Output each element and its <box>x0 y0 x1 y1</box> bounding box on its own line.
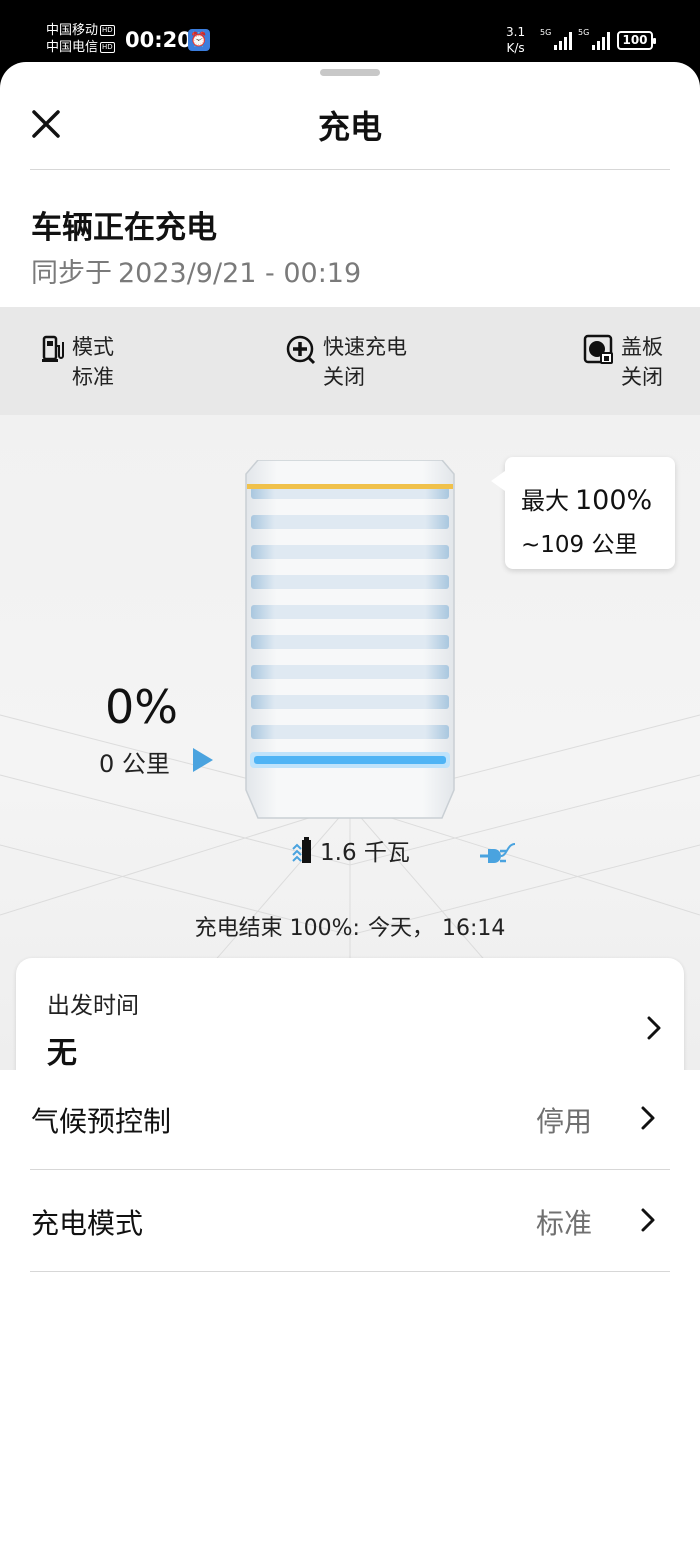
alarm-icon: ⏰ <box>188 29 210 51</box>
max-percent: 100% <box>575 485 653 516</box>
max-charge-line <box>247 484 453 489</box>
battery-graphic <box>245 460 455 819</box>
sync-time: 2023/9/21 - 00:19 <box>118 258 362 289</box>
chevron-right-icon <box>641 1106 655 1130</box>
battery-charging-icon <box>292 837 311 863</box>
charge-end-label: 充电结束 100%: <box>194 916 360 941</box>
departure-time-label: 出发时间 <box>47 993 139 1019</box>
chevron-right-icon <box>647 1016 661 1040</box>
page-title: 充电 <box>317 108 382 146</box>
charging-station-icon <box>42 335 64 362</box>
info-fast-charge-label: 快速充电 <box>323 335 407 359</box>
max-label: 最大 <box>521 487 569 515</box>
charge-end-estimate: 充电结束 100%: 今天， 16:14 <box>0 910 700 942</box>
plug-connected-icon <box>480 843 516 863</box>
signal-icon: 5G <box>540 28 572 50</box>
battery-cells <box>251 485 449 739</box>
charge-end-day: 今天， <box>367 916 434 941</box>
departure-time-value: 无 <box>47 1036 77 1070</box>
info-charge-flap[interactable]: 盖板 关闭 <box>583 332 663 392</box>
sheet-grabber[interactable] <box>320 69 380 76</box>
charge-mode-row[interactable]: 充电模式 标准 <box>0 1170 700 1272</box>
charge-mode-label: 充电模式 <box>31 1207 144 1240</box>
signal-2-label: 5G <box>578 28 590 37</box>
charging-visual: 0% 0 公里 1.6 千瓦 最大 100% ~109 公里 充电结束 100%… <box>0 415 700 1070</box>
info-mode-value: 标准 <box>72 365 114 389</box>
clock: 00:20 <box>125 28 192 52</box>
carrier-info: 中国移动 HD 中国电信 HD <box>46 22 115 56</box>
departure-time-card[interactable]: 出发时间 无 <box>16 958 684 1070</box>
climate-precontrol-value: 停用 <box>535 1105 592 1138</box>
current-percent: 0% <box>105 680 178 734</box>
charge-info-row: 模式 标准 快速充电 关闭 盖板 关闭 <box>0 307 700 415</box>
divider <box>30 1271 670 1272</box>
sync-timestamp: 同步于 2023/9/21 - 00:19 <box>31 251 367 290</box>
chevron-right-icon <box>641 1208 655 1232</box>
status-bar: 中国移动 HD 中国电信 HD 00:20 ⏰ 3.1 K/s 5G 5G 100 <box>0 0 700 64</box>
charge-end-time: 16:14 <box>441 916 506 941</box>
signal-1-label: 5G <box>540 28 552 37</box>
max-charge-limit: 最大 100% <box>521 481 652 516</box>
info-charge-flap-label: 盖板 <box>621 335 663 359</box>
sync-prefix: 同步于 <box>31 258 112 289</box>
info-charge-flap-value: 关闭 <box>621 365 663 389</box>
fast-charge-icon <box>286 335 316 365</box>
max-charge-tooltip[interactable]: 最大 100% ~109 公里 <box>491 457 675 569</box>
climate-precontrol-label: 气候预控制 <box>31 1105 172 1138</box>
signal-icon: 5G <box>578 28 610 50</box>
charge-flap-icon <box>583 334 613 364</box>
charging-sheet: 充电 车辆正在充电 同步于 2023/9/21 - 00:19 模式 标准 快速… <box>0 62 700 1544</box>
network-speed-value: 3.1 <box>506 25 526 39</box>
divider <box>30 169 670 170</box>
hd-badge: HD <box>100 42 115 53</box>
charging-power-value: 1.6 千瓦 <box>320 840 410 866</box>
charge-mode-value: 标准 <box>535 1207 592 1240</box>
info-mode-label: 模式 <box>72 335 114 359</box>
carrier-1: 中国移动 <box>46 23 99 38</box>
charging-power: 1.6 千瓦 <box>290 833 410 867</box>
carrier-2: 中国电信 <box>46 40 99 55</box>
current-range: 0 公里 <box>99 750 170 778</box>
network-speed: 3.1 K/s <box>506 24 525 56</box>
info-mode[interactable]: 模式 标准 <box>42 332 114 392</box>
current-level-indicator-icon <box>193 748 213 772</box>
battery-icon: 100 <box>617 31 656 50</box>
climate-precontrol-row[interactable]: 气候预控制 停用 <box>0 1068 700 1170</box>
info-fast-charge[interactable]: 快速充电 关闭 <box>285 332 407 392</box>
charging-status-headline: 车辆正在充电 <box>31 210 217 246</box>
network-speed-unit: K/s <box>506 41 525 55</box>
max-range: ~109 公里 <box>521 532 638 558</box>
hd-badge: HD <box>100 25 115 36</box>
info-fast-charge-value: 关闭 <box>323 365 365 389</box>
